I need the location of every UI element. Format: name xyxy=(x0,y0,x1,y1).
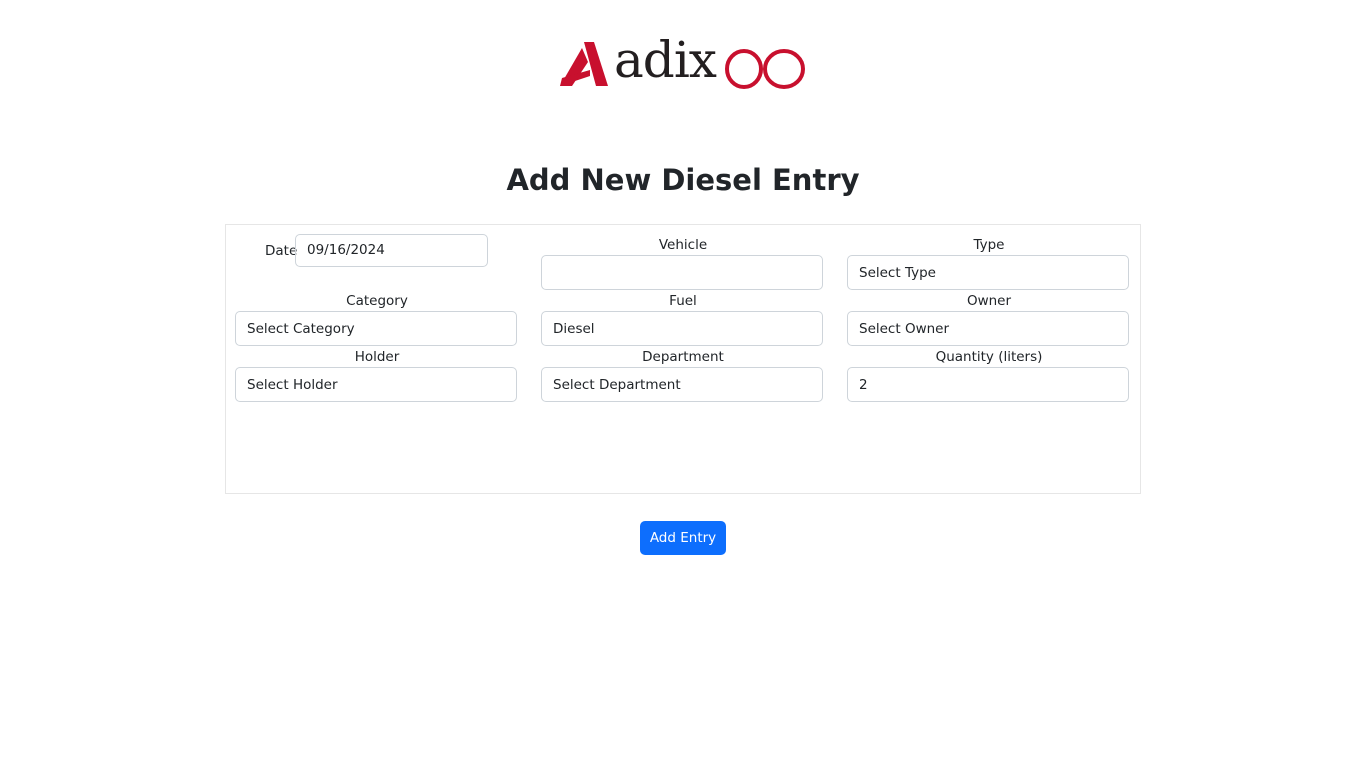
fuel-select[interactable]: Diesel xyxy=(541,311,823,346)
quantity-input[interactable]: 2 xyxy=(847,367,1129,402)
category-label: Category xyxy=(346,293,408,309)
logo-wordmark: adix xyxy=(614,31,717,89)
fuel-label: Fuel xyxy=(669,293,697,309)
owner-label: Owner xyxy=(966,293,1012,309)
vehicle-input[interactable] xyxy=(541,255,823,290)
category-select[interactable]: Select Category xyxy=(235,311,517,346)
owner-select[interactable]: Select Owner xyxy=(847,311,1129,346)
logo-infinity-icon xyxy=(725,49,805,89)
logo-mark-icon xyxy=(560,42,608,86)
department-label: Department xyxy=(642,349,724,365)
holder-select[interactable]: Select Holder xyxy=(235,367,517,402)
company-logo: adix xyxy=(560,31,810,90)
type-label: Type xyxy=(973,237,1005,253)
add-entry-button[interactable]: Add Entry xyxy=(640,521,726,555)
holder-label: Holder xyxy=(354,349,400,365)
type-select[interactable]: Select Type xyxy=(847,255,1129,290)
page-title: Add New Diesel Entry xyxy=(506,163,860,197)
vehicle-label: Vehicle xyxy=(658,237,708,253)
date-input[interactable]: 09/16/2024 xyxy=(295,234,488,267)
quantity-label: Quantity (liters) xyxy=(935,349,1043,365)
department-select[interactable]: Select Department xyxy=(541,367,823,402)
date-label: Date xyxy=(265,243,298,259)
